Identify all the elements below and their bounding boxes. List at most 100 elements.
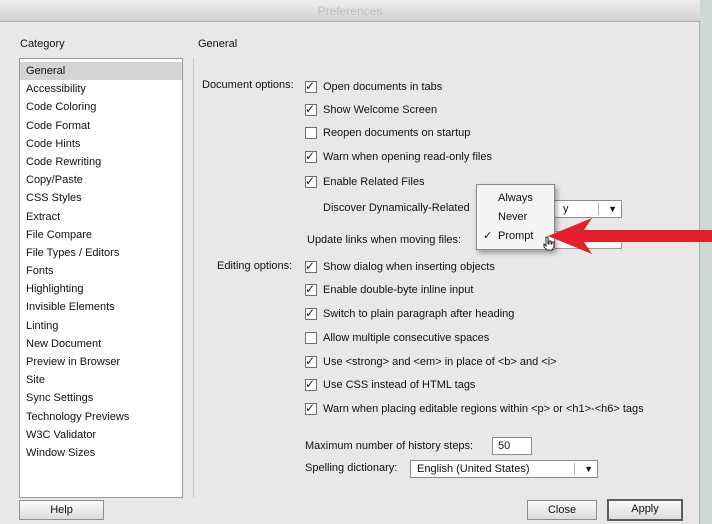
edit-option-4-row[interactable]: Allow multiple consecutive spaces: [305, 329, 489, 347]
edit-option-1-checkbox[interactable]: ✓: [305, 259, 317, 273]
doc-option-4-label: Warn when opening read-only files: [323, 151, 492, 163]
spelling-dictionary-value: English (United States): [417, 463, 530, 475]
category-item-code-format[interactable]: Code Format: [20, 117, 182, 135]
document-options-label: Document options:: [202, 79, 294, 91]
history-steps-label: Maximum number of history steps:: [305, 440, 474, 452]
edit-option-2-checkbox[interactable]: ✓: [305, 282, 317, 296]
category-item-linting[interactable]: Linting: [20, 317, 182, 335]
category-item-extract[interactable]: Extract: [20, 208, 182, 226]
category-item-file-types-editors[interactable]: File Types / Editors: [20, 244, 182, 262]
category-item-new-document[interactable]: New Document: [20, 335, 182, 353]
doc-option-1-label: Open documents in tabs: [323, 81, 443, 93]
edit-option-7-label: Warn when placing editable regions withi…: [323, 403, 644, 415]
select-separator: [574, 463, 575, 475]
checkmark-icon: ✓: [305, 79, 316, 93]
chevron-down-icon: ▼: [608, 204, 617, 214]
close-button[interactable]: Close: [527, 500, 597, 520]
popup-option-label: Never: [498, 211, 528, 223]
category-item-site[interactable]: Site: [20, 371, 182, 389]
edit-option-6-checkbox[interactable]: ✓: [305, 377, 317, 391]
window-titlebar: Preferences: [0, 0, 700, 22]
category-item-css-styles[interactable]: CSS Styles: [20, 189, 182, 207]
edit-option-3-row[interactable]: ✓ Switch to plain paragraph after heading: [305, 305, 514, 323]
doc-option-2-checkbox[interactable]: ✓: [305, 102, 317, 116]
popup-option-label: Prompt: [498, 230, 534, 242]
checkmark-icon: ✓: [305, 377, 316, 391]
category-item-accessibility[interactable]: Accessibility: [20, 80, 182, 98]
category-item-preview-in-browser[interactable]: Preview in Browser: [20, 353, 182, 371]
category-item-code-hints[interactable]: Code Hints: [20, 135, 182, 153]
category-item-invisible-elements[interactable]: Invisible Elements: [20, 298, 182, 316]
doc-option-5-label: Enable Related Files: [323, 176, 425, 188]
category-item-window-sizes[interactable]: Window Sizes: [20, 444, 182, 462]
edit-option-5-checkbox[interactable]: ✓: [305, 354, 317, 368]
category-item-copy-paste[interactable]: Copy/Paste: [20, 171, 182, 189]
category-list[interactable]: General Accessibility Code Coloring Code Fo…: [19, 58, 183, 498]
edit-option-3-label: Switch to plain paragraph after heading: [323, 308, 515, 320]
category-item-file-compare[interactable]: File Compare: [20, 226, 182, 244]
checkmark-icon: ✓: [305, 282, 316, 296]
doc-option-3-row[interactable]: Reopen documents on startup: [305, 124, 470, 142]
checkmark-icon: ✓: [305, 174, 316, 188]
doc-option-5-checkbox[interactable]: ✓: [305, 174, 317, 188]
doc-option-3-checkbox[interactable]: [305, 127, 317, 139]
edit-option-4-label: Allow multiple consecutive spaces: [323, 332, 490, 344]
edit-option-7-checkbox[interactable]: ✓: [305, 401, 317, 415]
edit-option-1-label: Show dialog when inserting objects: [323, 261, 495, 273]
discover-related-label: Discover Dynamically-Related: [323, 202, 470, 214]
spelling-dictionary-label: Spelling dictionary:: [305, 462, 398, 474]
discover-related-value: y: [563, 203, 569, 215]
checkmark-icon: ✓: [305, 149, 316, 163]
help-button[interactable]: Help: [19, 500, 104, 520]
editing-options-label: Editing options:: [217, 260, 293, 272]
doc-option-1-row[interactable]: ✓ Open documents in tabs: [305, 78, 442, 96]
doc-option-4-checkbox[interactable]: ✓: [305, 149, 317, 163]
category-heading: Category: [20, 38, 65, 50]
popup-option-label: Always: [498, 192, 533, 204]
doc-option-1-checkbox[interactable]: ✓: [305, 79, 317, 93]
category-item-general[interactable]: General: [20, 62, 182, 81]
background-strip: [700, 0, 712, 524]
popup-option-never[interactable]: Never: [477, 208, 554, 227]
edit-option-3-checkbox[interactable]: ✓: [305, 306, 317, 320]
category-item-code-rewriting[interactable]: Code Rewriting: [20, 153, 182, 171]
doc-option-4-row[interactable]: ✓ Warn when opening read-only files: [305, 148, 492, 166]
edit-option-5-row[interactable]: ✓ Use <strong> and <em> in place of <b> a…: [305, 353, 557, 371]
edit-option-7-row[interactable]: ✓ Warn when placing editable regions with…: [305, 400, 644, 418]
category-item-technology-previews[interactable]: Technology Previews: [20, 408, 182, 426]
checkmark-icon: ✓: [305, 306, 316, 320]
history-steps-input[interactable]: 50: [492, 437, 532, 455]
update-links-label: Update links when moving files:: [307, 234, 462, 246]
edit-option-4-checkbox[interactable]: [305, 332, 317, 344]
edit-option-2-label: Enable double-byte inline input: [323, 284, 474, 296]
mouse-pointer-icon: [543, 236, 555, 251]
panel-heading: General: [198, 38, 238, 50]
apply-button[interactable]: Apply: [607, 499, 683, 521]
category-item-fonts[interactable]: Fonts: [20, 262, 182, 280]
annotation-arrow-icon: [548, 218, 712, 254]
checkmark-icon: ✓: [483, 230, 493, 242]
checkmark-icon: ✓: [305, 259, 316, 273]
checkmark-icon: ✓: [305, 354, 316, 368]
edit-option-2-row[interactable]: ✓ Enable double-byte inline input: [305, 281, 473, 299]
edit-option-6-label: Use CSS instead of HTML tags: [323, 379, 476, 391]
spelling-dictionary-select[interactable]: English (United States) ▼: [410, 460, 598, 478]
edit-option-6-row[interactable]: ✓ Use CSS instead of HTML tags: [305, 376, 475, 394]
checkmark-icon: ✓: [305, 102, 316, 116]
edit-option-1-row[interactable]: ✓ Show dialog when inserting objects: [305, 258, 495, 276]
panel-divider: [193, 58, 194, 498]
select-separator: [598, 203, 599, 215]
popup-option-always[interactable]: Always: [477, 189, 554, 208]
doc-option-2-row[interactable]: ✓ Show Welcome Screen: [305, 101, 437, 119]
category-item-highlighting[interactable]: Highlighting: [20, 280, 182, 298]
preferences-window: Preferences Category General General Acce…: [0, 0, 700, 524]
doc-option-2-label: Show Welcome Screen: [323, 104, 438, 116]
doc-option-3-label: Reopen documents on startup: [323, 127, 471, 139]
checkmark-icon: ✓: [305, 401, 316, 415]
edit-option-5-label: Use <strong> and <em> in place of <b> an…: [323, 356, 557, 368]
chevron-down-icon: ▼: [584, 464, 593, 474]
doc-option-5-row[interactable]: ✓ Enable Related Files: [305, 173, 425, 191]
category-item-code-coloring[interactable]: Code Coloring: [20, 98, 182, 116]
category-item-sync-settings[interactable]: Sync Settings: [20, 389, 182, 407]
category-item-w3c-validator[interactable]: W3C Validator: [20, 426, 182, 444]
